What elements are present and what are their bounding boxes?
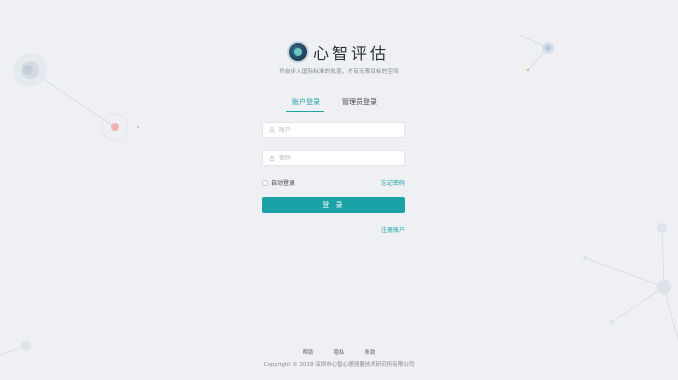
slogan: 开启步入国际标准的轨道，才有无限目标的空间	[279, 69, 399, 75]
footer-help-link[interactable]: 帮助	[302, 348, 313, 356]
password-input[interactable]	[277, 151, 404, 165]
login-button[interactable]: 登 录	[262, 197, 405, 213]
brain-logo-icon	[288, 43, 307, 61]
forgot-password-link[interactable]: 忘记密码	[380, 178, 405, 187]
login-header: 心智评估 开启步入国际标准的轨道，才有无限目标的空间	[0, 40, 678, 75]
tab-account-login[interactable]: 账户登录	[292, 97, 320, 107]
lock-icon	[267, 155, 277, 161]
brand: 心智评估	[0, 40, 678, 64]
app-title: 心智评估	[312, 44, 389, 63]
password-field[interactable]	[262, 150, 405, 166]
username-field[interactable]	[262, 122, 405, 138]
auto-login-option[interactable]: 自动登录	[262, 178, 295, 187]
login-tabs: 账户登录 管理员登录	[262, 97, 405, 113]
auto-login-checkbox[interactable]	[262, 179, 268, 186]
tab-admin-login[interactable]: 管理员登录	[342, 97, 377, 107]
username-input[interactable]	[277, 123, 404, 137]
active-tab-indicator	[286, 111, 324, 112]
footer-terms-link[interactable]: 条款	[365, 348, 376, 356]
copyright-text: Copyright © 2018 深圳市心智心理测量技术研究所有限公司	[263, 362, 415, 368]
footer-privacy-link[interactable]: 隐私	[333, 348, 344, 356]
auto-login-label: 自动登录	[271, 180, 296, 187]
user-icon	[267, 127, 277, 133]
register-link[interactable]: 注册账户	[378, 225, 405, 234]
footer-links: 帮助 隐私 条款	[0, 348, 678, 356]
